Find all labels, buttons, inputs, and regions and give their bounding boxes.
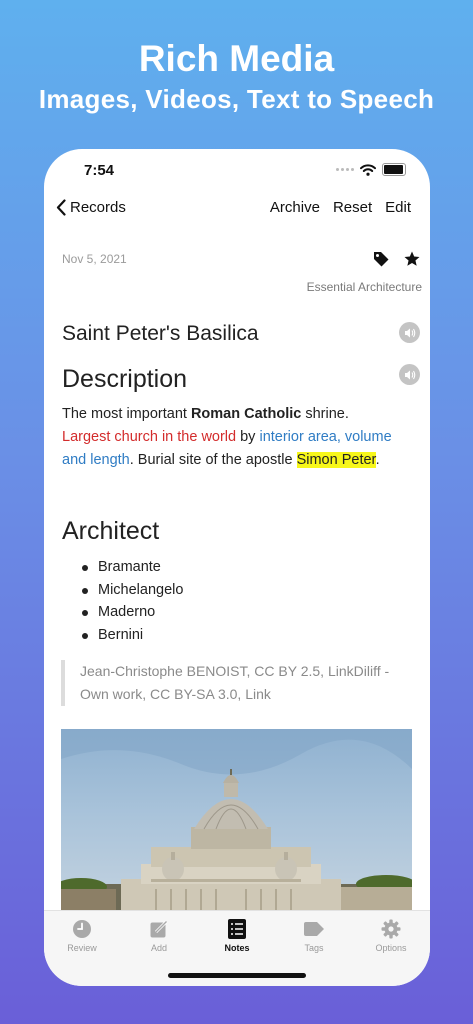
tag-icon[interactable] <box>372 250 390 268</box>
tab-label: Tags <box>304 943 324 953</box>
tab-label: Add <box>150 943 167 953</box>
tab-notes[interactable]: Notes <box>207 919 267 953</box>
back-button[interactable]: Records <box>56 199 126 216</box>
list-item: Bernini <box>62 624 183 647</box>
clock-icon <box>73 920 91 938</box>
speaker-icon[interactable] <box>399 364 420 385</box>
desc-text: by <box>236 429 260 445</box>
desc-text: The most important <box>62 406 191 422</box>
note-date: Nov 5, 2021 <box>62 252 127 266</box>
tab-label: Notes <box>224 943 250 953</box>
description-heading: Description <box>62 365 188 393</box>
archive-button[interactable]: Archive <box>270 199 320 216</box>
wifi-icon <box>360 163 376 176</box>
list-item: Michelangelo <box>62 579 183 602</box>
note-category: Essential Architecture <box>306 280 422 294</box>
list-item: Bramante <box>62 556 183 579</box>
promo-title: Rich Media <box>138 38 335 79</box>
desc-text: . <box>375 452 380 468</box>
edit-button[interactable]: Edit <box>385 199 411 216</box>
speaker-glyph <box>404 328 415 337</box>
image-credit-quote: Jean-Christophe BENOIST, CC BY 2.5, Link… <box>61 660 420 706</box>
compose-icon <box>150 920 168 938</box>
architect-list: Bramante Michelangelo Maderno Bernini <box>62 556 183 646</box>
desc-bold: Roman Catholic <box>190 406 302 422</box>
speaker-icon[interactable] <box>399 322 420 343</box>
tab-label: Options <box>375 943 407 953</box>
basilica-illustration <box>61 729 412 919</box>
list-icon <box>228 919 246 939</box>
description-paragraph: The most important Roman Catholic shrine… <box>62 403 407 472</box>
back-label: Records <box>70 199 126 216</box>
architect-heading: Architect <box>62 517 160 545</box>
home-indicator[interactable] <box>168 973 306 978</box>
signal-icon <box>336 168 354 171</box>
status-time: 7:54 <box>84 162 115 179</box>
navigation-bar: Records Archive Reset Edit <box>44 199 430 225</box>
speaker-glyph <box>404 370 415 379</box>
list-item: Maderno <box>62 601 183 624</box>
note-title: Saint Peter's Basilica <box>62 322 259 345</box>
desc-text: . Burial site of the apostle <box>129 452 297 468</box>
basilica-photo[interactable] <box>61 729 412 919</box>
desc-highlight: Simon Peter <box>296 452 376 468</box>
battery-icon <box>382 163 406 176</box>
tab-options[interactable]: Options <box>361 919 421 953</box>
status-icons <box>336 163 406 176</box>
gear-icon <box>381 919 401 939</box>
tab-tags[interactable]: Tags <box>284 919 344 953</box>
tab-label: Review <box>67 943 97 953</box>
tag-icon <box>304 922 324 936</box>
tab-review[interactable]: Review <box>52 919 112 953</box>
chevron-left-icon <box>56 199 66 216</box>
reset-button[interactable]: Reset <box>333 199 372 216</box>
tab-add[interactable]: Add <box>129 919 189 953</box>
desc-text: shrine. <box>301 406 349 422</box>
phone-screen: 7:54 Records Archive Reset Edit Nov 5, 2… <box>44 149 430 986</box>
star-icon[interactable] <box>403 250 421 268</box>
promo-subtitle: Images, Videos, Text to Speech <box>38 84 435 114</box>
desc-red-text: Largest church in the world <box>62 429 237 445</box>
